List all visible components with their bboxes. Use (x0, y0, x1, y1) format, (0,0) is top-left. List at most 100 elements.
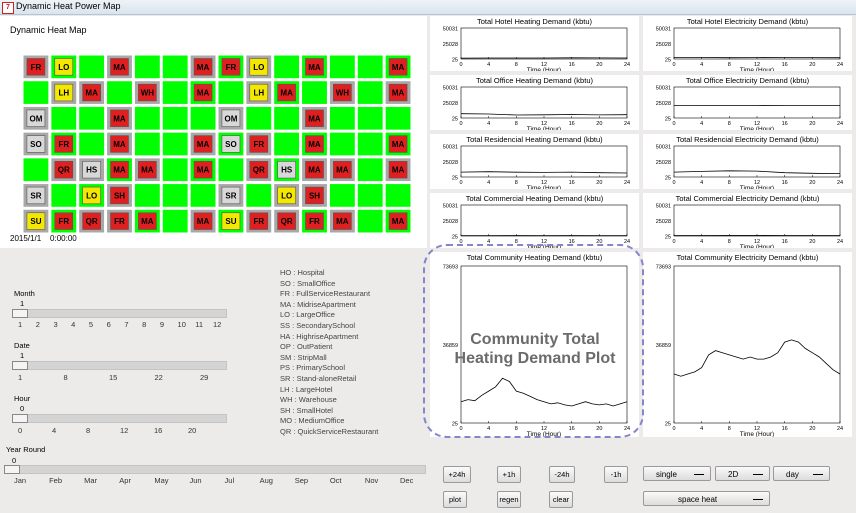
hour-slider-thumb[interactable] (12, 414, 28, 423)
plot-frame (673, 145, 841, 178)
month-tick-label: 9 (159, 320, 164, 329)
energy-type-dropdown[interactable]: space heat (643, 491, 770, 506)
building-label: FR (253, 140, 264, 149)
month-slider-thumb[interactable] (12, 309, 28, 318)
month-slider-track[interactable] (12, 309, 227, 318)
commercial-electricity-chart: Total Commercial Electricity Demand (kbt… (643, 193, 852, 248)
y-tick-label: 50031 (443, 27, 458, 33)
y-tick-label: 25028 (443, 160, 458, 166)
building-label: MA (336, 217, 349, 226)
hour-tick-label: 20 (188, 426, 197, 435)
x-tick-label: 16 (782, 426, 788, 432)
month-tick-label: 10 (177, 320, 186, 329)
chart-svg: 5003125028250 4 8 12 16 20 24Time (Hour) (656, 145, 843, 190)
mode-dropdown[interactable]: single (643, 466, 711, 481)
plot-button[interactable]: plot (443, 491, 467, 508)
y-tick-label: 50031 (443, 86, 458, 92)
date-slider-track[interactable] (12, 361, 227, 370)
minus-24h-button[interactable]: -24h (549, 466, 575, 483)
x-tick-label: 24 (837, 180, 843, 186)
map-block (162, 132, 188, 156)
minus-1h-button[interactable]: -1h (604, 466, 628, 483)
month-tick-label: 6 (106, 320, 111, 329)
map-block (23, 81, 49, 104)
year-tick-label: Jun (189, 476, 202, 485)
year-value: 0 (12, 456, 17, 465)
year-tick-label: Apr (119, 476, 131, 485)
energy-type-dropdown-value: space heat (678, 495, 718, 504)
year-slider-thumb[interactable] (4, 465, 20, 474)
date-tick-label: 1 (18, 373, 23, 382)
building-label: QR (58, 166, 70, 175)
x-tick-label: 24 (837, 239, 843, 245)
x-tick-label: 24 (624, 121, 630, 127)
x-tick-label: 0 (672, 426, 675, 432)
map-block (274, 132, 300, 156)
building-label: MA (336, 166, 349, 175)
building-label: MA (113, 63, 126, 72)
residential-electricity-chart: Total Residencial Electricity Demand (kb… (643, 134, 852, 189)
x-tick-label: 0 (672, 121, 675, 127)
dimension-dropdown-value: 2D (728, 470, 739, 479)
x-tick-label: 24 (837, 426, 843, 432)
hour-tick-label: 8 (86, 426, 91, 435)
legend-item: PS : PrimarySchool (280, 363, 346, 373)
date-slider-thumb[interactable] (12, 361, 28, 370)
regen-button[interactable]: regen (497, 491, 521, 508)
map-block (246, 106, 272, 130)
x-axis-label: Time (Hour) (740, 126, 774, 130)
building-label: WH (336, 89, 350, 98)
year-label: Year Round (6, 445, 46, 454)
year-slider-track[interactable] (4, 465, 426, 474)
x-axis-label: Time (Hour) (740, 244, 774, 248)
map-block (134, 184, 160, 207)
hour-slider-track[interactable] (12, 414, 227, 423)
y-tick-label: 25028 (443, 101, 458, 107)
x-tick-label: 0 (672, 180, 675, 186)
map-block (385, 106, 411, 130)
chart-svg: 5003125028250 4 8 12 16 20 24Time (Hour) (443, 86, 630, 131)
range-dropdown[interactable]: day (773, 466, 830, 481)
window-title: Dynamic Heat Power Map (16, 1, 121, 11)
building-label: MA (308, 63, 321, 72)
building-label: MA (197, 140, 210, 149)
x-axis-label: Time (Hour) (527, 126, 561, 130)
x-tick-label: 0 (672, 62, 675, 68)
building-label: MA (392, 217, 405, 226)
x-tick-label: 16 (782, 180, 788, 186)
month-tick-label: 5 (88, 320, 94, 329)
plus-1h-button[interactable]: +1h (497, 466, 521, 483)
legend-item: MA : MidriseApartment (280, 299, 356, 309)
x-tick-label: 4 (700, 180, 703, 186)
x-tick-label: 20 (809, 426, 815, 432)
map-block (134, 132, 160, 156)
x-axis-label: Time (Hour) (527, 185, 561, 189)
y-tick-label: 25 (452, 235, 458, 241)
month-tick-label: 2 (35, 320, 40, 329)
building-label: SR (225, 191, 236, 200)
x-tick-label: 24 (624, 62, 630, 68)
clear-button[interactable]: clear (549, 491, 573, 508)
dimension-dropdown[interactable]: 2D (715, 466, 770, 481)
x-tick-label: 4 (700, 121, 703, 127)
y-tick-label: 25 (665, 235, 671, 241)
plot-frame (673, 27, 841, 60)
month-tick-label: 3 (53, 320, 58, 329)
heat-map[interactable]: FR LO MA MA FR LO MA MA LH MA WH MA LH MA WH MA OM MA OM MA… (22, 54, 412, 234)
plus-24h-button[interactable]: +24h (443, 466, 471, 483)
commercial-heating-chart: Total Commercial Heating Demand (kbtu) 50… (430, 193, 639, 248)
building-label: LH (253, 89, 264, 98)
map-block (162, 209, 188, 233)
y-tick-label: 25028 (443, 219, 458, 225)
building-label: MA (141, 166, 154, 175)
x-tick-label: 24 (837, 121, 843, 127)
legend-item: HA : HighriseApartment (280, 331, 359, 341)
y-tick-label: 36859 (656, 343, 671, 349)
chart-svg: 5003125028250 4 8 12 16 20 24Time (Hour) (443, 204, 630, 249)
y-tick-label: 25 (452, 117, 458, 123)
hour-tick-label: 4 (52, 426, 57, 435)
building-label: LH (58, 89, 69, 98)
building-label: FR (253, 217, 264, 226)
x-tick-label: 4 (487, 62, 490, 68)
y-tick-label: 25028 (656, 219, 671, 225)
